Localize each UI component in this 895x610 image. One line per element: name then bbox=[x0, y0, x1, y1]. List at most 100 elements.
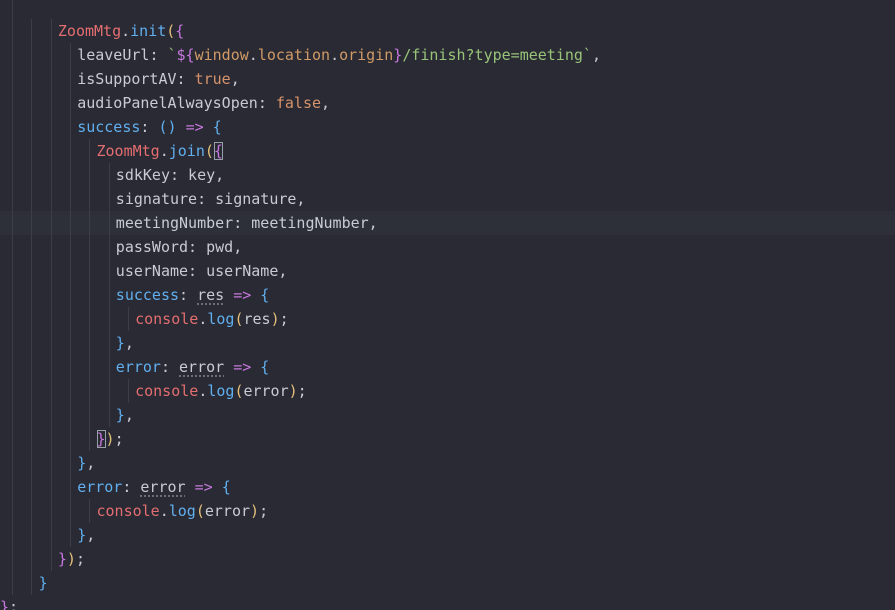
indent-guide bbox=[89, 163, 91, 187]
code-token: signature bbox=[115, 190, 198, 208]
code-text: }, bbox=[77, 523, 95, 547]
indent-guide bbox=[108, 403, 110, 427]
code-token: , bbox=[591, 46, 601, 64]
code-token: : bbox=[197, 190, 216, 208]
code-token: : bbox=[188, 238, 207, 256]
code-token: { bbox=[260, 358, 270, 376]
code-line[interactable]: console.log(error); bbox=[0, 379, 895, 403]
code-token: leaveUrl bbox=[77, 46, 150, 64]
indent-guide bbox=[89, 187, 91, 211]
code-line[interactable]: success: res => { bbox=[0, 283, 895, 307]
code-line[interactable]: ZoomMtg.init({ bbox=[0, 19, 895, 43]
indent-guide bbox=[50, 211, 52, 235]
code-line[interactable]: passWord: pwd, bbox=[0, 235, 895, 259]
code-line[interactable]: ZoomMtg.join({ bbox=[0, 139, 895, 163]
indent-guide bbox=[89, 211, 91, 235]
code-token: ZoomMtg bbox=[96, 142, 160, 160]
code-token: res bbox=[243, 310, 271, 328]
code-token: false bbox=[275, 94, 322, 112]
code-token: , bbox=[86, 526, 96, 544]
indent-guide bbox=[31, 523, 33, 547]
code-token: } bbox=[115, 334, 125, 352]
indent-guide bbox=[50, 403, 52, 427]
indent-guide bbox=[31, 91, 33, 115]
code-editor[interactable]: ZoomMtg.init({leaveUrl: `${window.locati… bbox=[0, 0, 895, 610]
code-line[interactable]: } bbox=[0, 571, 895, 595]
code-line[interactable]: }, bbox=[0, 451, 895, 475]
code-line[interactable]: console.log(res); bbox=[0, 307, 895, 331]
code-line[interactable]: }, bbox=[0, 403, 895, 427]
indent-guide bbox=[108, 163, 110, 187]
indent-guide bbox=[50, 355, 52, 379]
code-token: ` bbox=[167, 46, 177, 64]
code-text: }, bbox=[116, 331, 134, 355]
indent-guide bbox=[127, 379, 129, 403]
indent-guide bbox=[50, 91, 52, 115]
code-token: origin bbox=[339, 46, 394, 64]
code-text: }); bbox=[96, 427, 124, 451]
indent-guide bbox=[31, 355, 33, 379]
code-token: { bbox=[213, 142, 223, 160]
code-line[interactable]: success: () => { bbox=[0, 115, 895, 139]
code-token: . bbox=[159, 502, 169, 520]
indent-guide bbox=[31, 259, 33, 283]
code-line[interactable]: leaveUrl: `${window.location.origin}/fin… bbox=[0, 43, 895, 67]
indent-guide bbox=[89, 235, 91, 259]
code-token: : bbox=[188, 262, 207, 280]
code-token: isSupportAV bbox=[77, 70, 177, 88]
code-line[interactable]: }); bbox=[0, 427, 895, 451]
code-token: ZoomMtg bbox=[57, 22, 122, 40]
indent-guide bbox=[31, 139, 33, 163]
code-text: ZoomMtg.init({ bbox=[58, 19, 184, 43]
indent-guide bbox=[50, 187, 52, 211]
code-line[interactable]: isSupportAV: true, bbox=[0, 67, 895, 91]
indent-guide bbox=[50, 523, 52, 547]
code-text: } bbox=[39, 571, 48, 595]
code-text: isSupportAV: true, bbox=[77, 67, 240, 91]
code-token: ( bbox=[195, 502, 205, 520]
code-token: res bbox=[197, 286, 225, 304]
code-token: , bbox=[321, 94, 331, 112]
code-text: error: error => { bbox=[77, 475, 231, 499]
code-line[interactable]: }, bbox=[0, 523, 895, 547]
indent-guide bbox=[108, 355, 110, 379]
code-token: userName bbox=[115, 262, 189, 280]
code-line[interactable]: }); bbox=[0, 547, 895, 571]
indent-guide bbox=[50, 139, 52, 163]
code-line[interactable]: error: error => { bbox=[0, 475, 895, 499]
code-line[interactable]: sdkKey: key, bbox=[0, 163, 895, 187]
code-text: }, bbox=[116, 403, 134, 427]
code-line[interactable]: userName: userName, bbox=[0, 259, 895, 283]
code-token: ( bbox=[166, 22, 176, 40]
indent-guide bbox=[31, 571, 33, 595]
indent-guide bbox=[108, 331, 110, 355]
code-token: console bbox=[96, 502, 160, 520]
indent-guide bbox=[31, 499, 33, 523]
code-line[interactable]: meetingNumber: meetingNumber, bbox=[0, 211, 895, 235]
code-line[interactable]: signature: signature, bbox=[0, 187, 895, 211]
code-text: console.log(error); bbox=[135, 379, 307, 403]
code-text: passWord: pwd, bbox=[116, 235, 242, 259]
indent-guide bbox=[31, 307, 33, 331]
code-line[interactable]: error: error => { bbox=[0, 355, 895, 379]
code-line[interactable]: }, bbox=[0, 331, 895, 355]
code-line[interactable]: }; bbox=[0, 595, 895, 610]
code-token: } bbox=[96, 430, 106, 448]
indent-guide bbox=[50, 19, 52, 43]
indent-guide bbox=[31, 115, 33, 139]
code-line[interactable]: console.log(error); bbox=[0, 499, 895, 523]
indent-guide bbox=[50, 283, 52, 307]
indent-guide bbox=[69, 523, 71, 547]
outer-indent-guide bbox=[12, 0, 13, 595]
code-line[interactable]: audioPanelAlwaysOpen: false, bbox=[0, 91, 895, 115]
code-token: } bbox=[0, 598, 10, 610]
indent-guide bbox=[69, 43, 71, 67]
indent-guide bbox=[69, 283, 71, 307]
code-token: success bbox=[77, 118, 141, 136]
code-token: pwd bbox=[206, 238, 234, 256]
code-text: }, bbox=[77, 451, 95, 475]
code-token: : bbox=[122, 478, 141, 496]
code-token: error bbox=[140, 478, 186, 496]
code-token: init bbox=[130, 22, 167, 40]
